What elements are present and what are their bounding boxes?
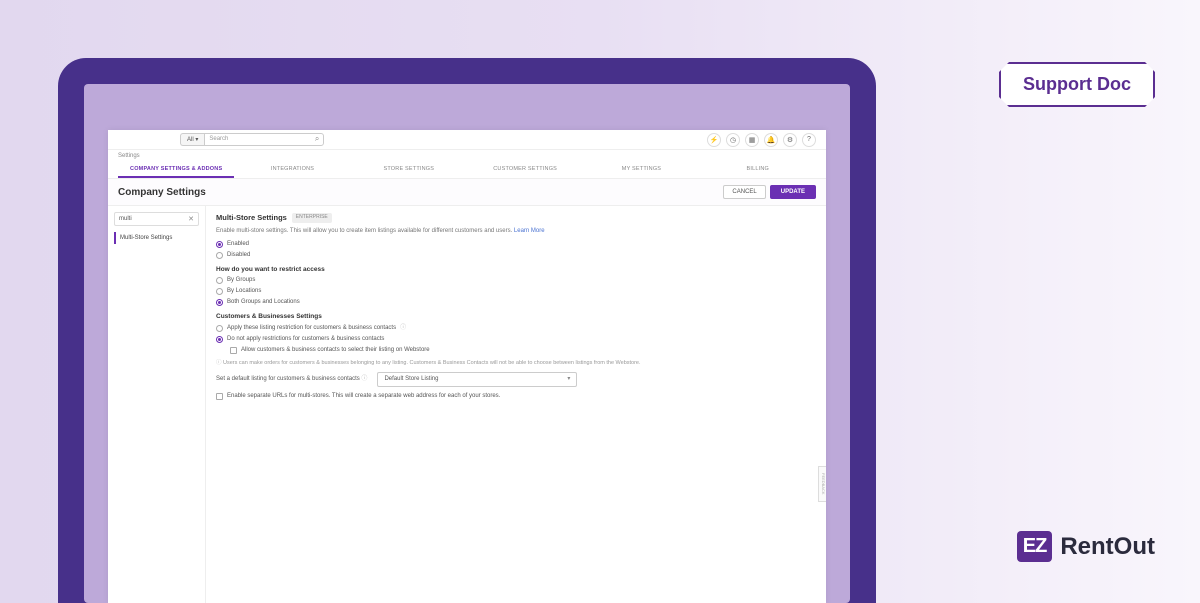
tab-store-settings[interactable]: STORE SETTINGS [351,162,467,178]
checkbox-separate-urls[interactable]: Enable separate URLs for multi-stores. T… [216,392,816,401]
radio-icon [216,252,223,259]
info-note: Users can make orders for customers & bu… [216,359,816,367]
page-header: Company Settings CANCEL UPDATE [108,179,826,206]
cancel-button[interactable]: CANCEL [723,185,765,199]
sidebar-search-value: multi [119,216,132,222]
sidebar-item-multistore[interactable]: Multi-Store Settings [114,232,199,244]
checkbox-label: Enable separate URLs for multi-stores. T… [227,392,500,401]
radio-icon [216,299,223,306]
default-listing-row: Set a default listing for customers & bu… [216,372,816,387]
tab-customer-settings[interactable]: CUSTOMER SETTINGS [467,162,583,178]
chevron-down-icon: ▾ [567,375,570,384]
enterprise-badge: ENTERPRISE [292,213,332,223]
topbar-icons: ⚡ ◷ ▦ 🔔 ⚙ ? [707,133,816,147]
radio-label: Disabled [227,251,250,260]
help-icon[interactable]: ? [802,133,816,147]
tab-my-settings[interactable]: MY SETTINGS [583,162,699,178]
bolt-icon[interactable]: ⚡ [707,133,721,147]
section-title: Multi-Store Settings [216,213,287,222]
search-scope-dropdown[interactable]: All ▾ [180,133,204,146]
cb-heading: Customers & Businesses Settings [216,312,816,322]
restrict-heading: How do you want to restrict access [216,265,816,275]
feedback-tab[interactable]: FEEDBACK [818,466,826,502]
radio-both[interactable]: Both Groups and Locations [216,298,816,307]
checkbox-label: Allow customers & business contacts to s… [241,346,430,355]
section-description: Enable multi-store settings. This will a… [216,227,816,236]
default-listing-label: Set a default listing for customers & bu… [216,375,367,384]
topbar: All ▾ Search ⚡ ◷ ▦ 🔔 ⚙ ? [108,130,826,150]
brand-icon: EZ [1017,531,1053,562]
tab-company-settings[interactable]: COMPANY SETTINGS & ADDONS [118,162,234,178]
info-icon[interactable]: ⓘ [400,324,406,333]
radio-icon [216,325,223,332]
checkbox-allow-webstore[interactable]: Allow customers & business contacts to s… [230,346,816,355]
content-panel: Multi-Store Settings ENTERPRISE Enable m… [206,206,826,603]
radio-enabled[interactable]: Enabled [216,240,816,249]
app-window: All ▾ Search ⚡ ◷ ▦ 🔔 ⚙ ? Settings COMPAN… [108,130,826,603]
radio-icon [216,288,223,295]
radio-label: Both Groups and Locations [227,298,300,307]
brand-text: RentOut [1060,533,1155,561]
checkbox-icon [216,393,223,400]
bell-icon[interactable]: 🔔 [764,133,778,147]
clock-icon[interactable]: ◷ [726,133,740,147]
radio-label: Enabled [227,240,249,249]
radio-disabled[interactable]: Disabled [216,251,816,260]
search-group: All ▾ Search [180,133,324,146]
radio-by-groups[interactable]: By Groups [216,276,816,285]
page-actions: CANCEL UPDATE [723,185,816,199]
radio-donot-apply[interactable]: Do not apply restrictions for customers … [216,335,816,344]
radio-label: By Groups [227,276,255,285]
checkbox-icon [230,347,237,354]
body: multi ✕ Multi-Store Settings Multi-Store… [108,206,826,603]
update-button[interactable]: UPDATE [770,185,816,199]
sidebar-search-input[interactable]: multi ✕ [114,212,199,226]
info-icon[interactable]: ⓘ [361,376,367,382]
radio-icon [216,336,223,343]
clear-icon[interactable]: ✕ [188,215,194,223]
brand-logo: EZ RentOut [1017,531,1155,562]
radio-label: Apply these listing restriction for cust… [227,324,396,333]
radio-icon [216,241,223,248]
tab-billing[interactable]: BILLING [700,162,816,178]
label-text: Set a default listing for customers & bu… [216,376,360,382]
radio-by-locations[interactable]: By Locations [216,287,816,296]
support-doc-badge: Support Doc [999,62,1155,107]
tab-integrations[interactable]: INTEGRATIONS [234,162,350,178]
device-screen: All ▾ Search ⚡ ◷ ▦ 🔔 ⚙ ? Settings COMPAN… [84,84,850,603]
gear-icon[interactable]: ⚙ [783,133,797,147]
learn-more-link[interactable]: Learn More [514,228,545,234]
settings-tabs: COMPANY SETTINGS & ADDONS INTEGRATIONS S… [108,162,826,179]
radio-icon [216,277,223,284]
radio-apply-restrictions[interactable]: Apply these listing restriction for cust… [216,324,816,333]
search-input[interactable]: Search [204,133,324,146]
radio-label: Do not apply restrictions for customers … [227,335,384,344]
calendar-icon[interactable]: ▦ [745,133,759,147]
settings-sidebar: multi ✕ Multi-Store Settings [108,206,206,603]
breadcrumb: Settings [108,150,826,162]
select-value: Default Store Listing [384,375,438,384]
desc-text: Enable multi-store settings. This will a… [216,228,512,234]
page-title: Company Settings [118,187,206,198]
section-title-row: Multi-Store Settings ENTERPRISE [216,212,816,225]
default-listing-select[interactable]: Default Store Listing ▾ [377,372,577,387]
device-frame: All ▾ Search ⚡ ◷ ▦ 🔔 ⚙ ? Settings COMPAN… [58,58,876,603]
radio-label: By Locations [227,287,261,296]
